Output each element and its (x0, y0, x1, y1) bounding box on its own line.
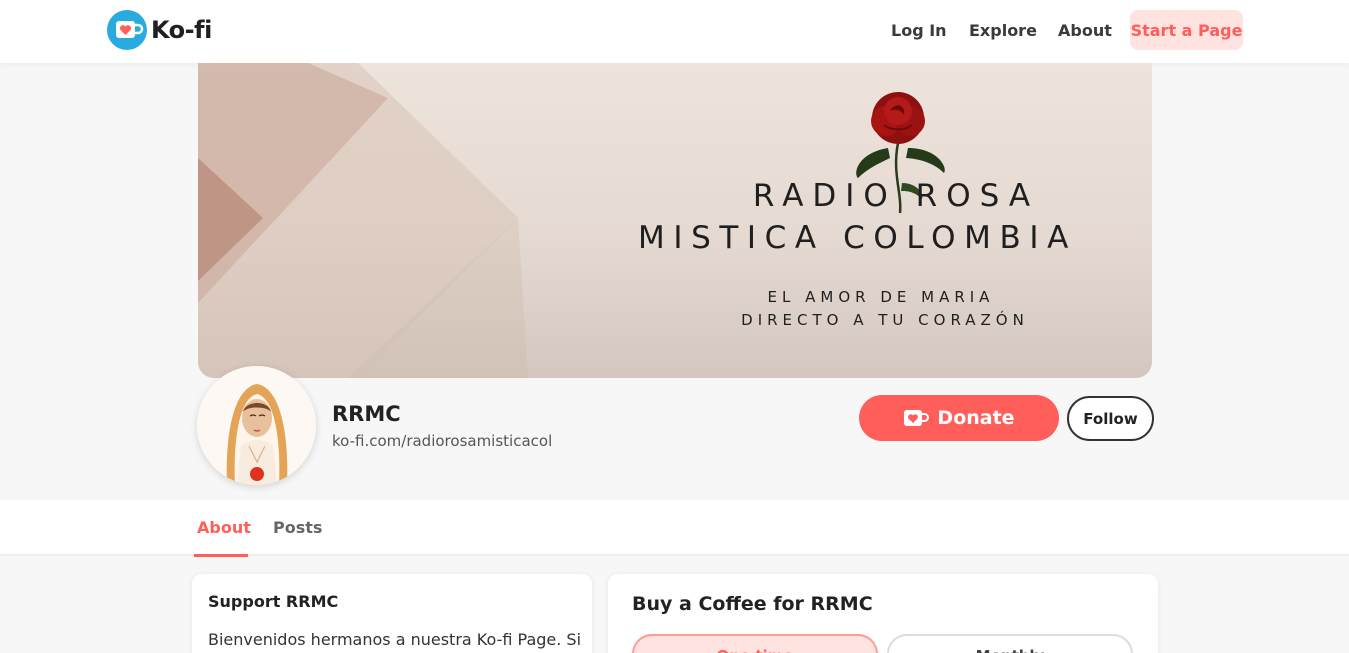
virgin-mary-portrait (197, 366, 316, 485)
support-card: Support RRMC Bienvenidos hermanos a nues… (192, 574, 592, 653)
buy-coffee-card: Buy a Coffee for RRMC One time Monthly (608, 574, 1158, 653)
follow-button[interactable]: Follow (1067, 396, 1154, 441)
donate-button[interactable]: Donate (859, 395, 1059, 441)
profile-url[interactable]: ko-fi.com/radiorosamisticacol (332, 432, 552, 450)
banner-subtitle-line-2: DIRECTO A TU CORAZÓN (741, 311, 1029, 329)
active-tab-indicator (194, 554, 248, 557)
nav-explore-link[interactable]: Explore (969, 21, 1037, 40)
logo-text: Ko-fi (151, 16, 212, 44)
donate-label: Donate (937, 407, 1015, 429)
banner-title-line-2: MISTICA COLOMBIA (638, 220, 1077, 256)
banner-title-line-1: RADIO ROSA (752, 178, 1040, 214)
one-time-option-button[interactable]: One time (632, 634, 878, 653)
buy-coffee-title: Buy a Coffee for RRMC (632, 593, 873, 615)
monthly-option-button[interactable]: Monthly (887, 634, 1133, 653)
support-title: Support RRMC (208, 592, 339, 611)
profile-tabs: About Posts (0, 500, 1349, 557)
tab-about[interactable]: About (197, 518, 251, 537)
tab-posts[interactable]: Posts (273, 518, 322, 537)
profile-name: RRMC (332, 402, 401, 426)
kofi-logo[interactable]: Ko-fi (107, 10, 212, 50)
cover-banner: RADIO ROSA MISTICA COLOMBIA EL AMOR DE M… (198, 63, 1152, 378)
nav-login-link[interactable]: Log In (891, 21, 947, 40)
top-navbar: Ko-fi Log In Explore About Start a Page (0, 0, 1349, 63)
nav-about-link[interactable]: About (1058, 21, 1112, 40)
start-page-button[interactable]: Start a Page (1130, 10, 1243, 50)
banner-subtitle-line-1: EL AMOR DE MARIA (767, 288, 995, 306)
kofi-cup-icon (107, 10, 147, 50)
support-description: Bienvenidos hermanos a nuestra Ko-fi Pag… (208, 630, 582, 649)
kofi-cup-icon (904, 410, 930, 426)
profile-avatar[interactable] (197, 366, 316, 485)
